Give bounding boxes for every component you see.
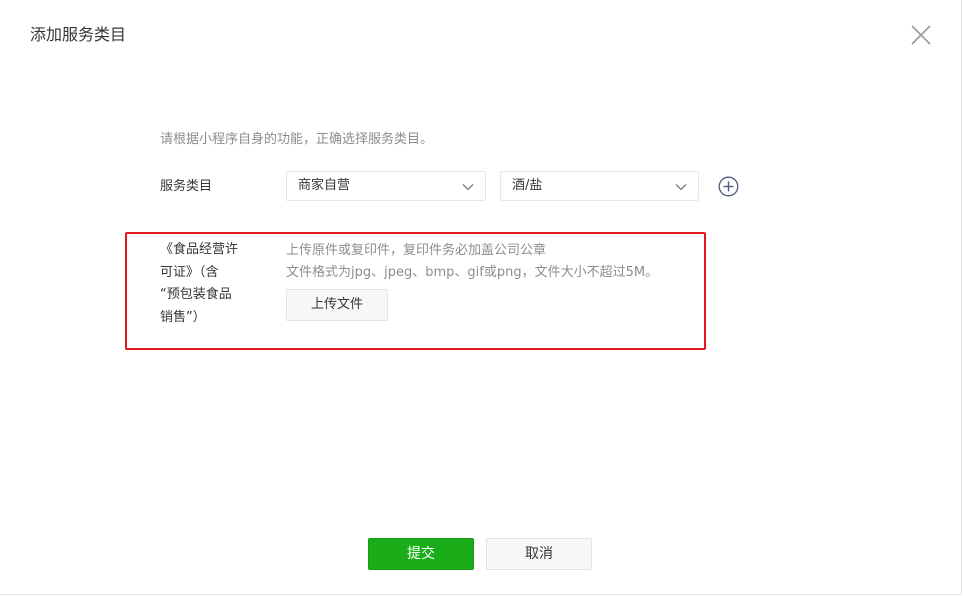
submit-button[interactable]: 提交 xyxy=(368,538,474,570)
upload-file-button[interactable]: 上传文件 xyxy=(286,289,388,321)
close-button[interactable] xyxy=(908,22,934,48)
qualification-label-line: 销售”） xyxy=(160,309,206,325)
category-label: 服务类目 xyxy=(160,179,213,194)
secondary-category-value: 酒/盐 xyxy=(512,178,543,193)
qualification-label-line: “预包装食品 xyxy=(160,287,232,302)
add-category-dialog: 添加服务类目 请根据小程序自身的功能，正确选择服务类目。 服务类目 商家自营 酒… xyxy=(0,0,962,595)
form-hint: 请根据小程序自身的功能，正确选择服务类目。 xyxy=(160,132,434,147)
secondary-category-select[interactable]: 酒/盐 xyxy=(500,171,699,201)
primary-category-value: 商家自营 xyxy=(298,178,351,193)
add-category-button[interactable] xyxy=(718,176,739,197)
dialog-title: 添加服务类目 xyxy=(30,25,127,44)
upload-requirements: 上传原件或复印件，复印件务必加盖公司公章 文件格式为jpg、jpeg、bmp、g… xyxy=(286,240,658,284)
qualification-label-line: 可证》（含 xyxy=(160,264,219,280)
chevron-down-icon xyxy=(675,184,687,191)
cancel-button[interactable]: 取消 xyxy=(486,538,592,570)
primary-category-select[interactable]: 商家自营 xyxy=(286,171,486,201)
close-icon xyxy=(911,25,931,45)
qualification-label: 《食品经营许 可证》（含 “预包装食品 销售”） xyxy=(160,239,260,329)
qualification-label-line: 《食品经营许 xyxy=(160,242,239,257)
plus-circle-icon xyxy=(718,176,739,197)
upload-requirement-line: 文件格式为jpg、jpeg、bmp、gif或png，文件大小不超过5M。 xyxy=(286,265,659,280)
chevron-down-icon xyxy=(462,184,474,191)
upload-requirement-line: 上传原件或复印件，复印件务必加盖公司公章 xyxy=(286,243,547,258)
